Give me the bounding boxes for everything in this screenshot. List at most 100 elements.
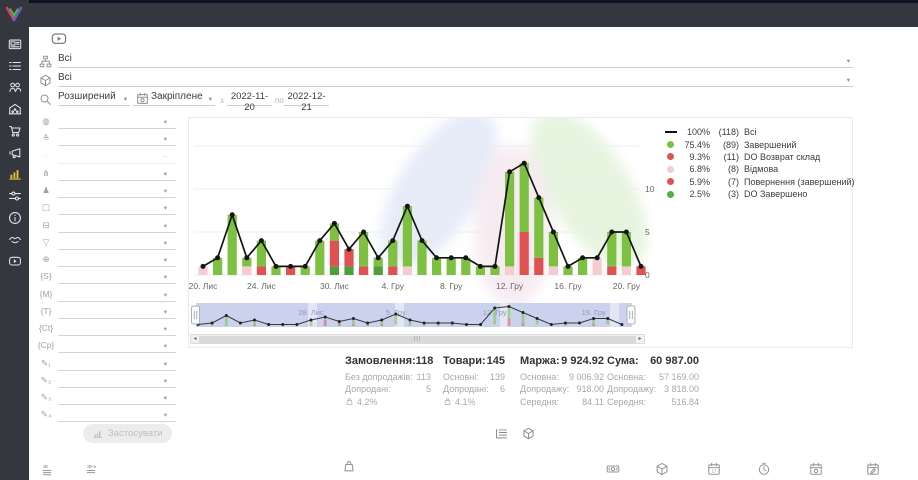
size-s-filter-select[interactable]: ▾ xyxy=(58,270,176,284)
procurement-nav-icon[interactable] xyxy=(8,124,22,138)
stat-sub-label: Основні: xyxy=(443,372,479,382)
stat-sub-value: 139 xyxy=(490,372,505,382)
warehouse-nav-icon[interactable] xyxy=(8,102,22,116)
legend-item-1[interactable]: 75.4%(89)Завершений xyxy=(664,138,855,150)
manager-filter-select[interactable]: ▾ xyxy=(58,184,176,198)
svg-text:12. Гру: 12. Гру xyxy=(496,281,524,291)
dashboard-nav-icon[interactable] xyxy=(8,37,22,51)
custom-field-1-filter-select[interactable]: ▾ xyxy=(58,357,176,371)
product-filter-select[interactable]: Всі ▾ xyxy=(58,72,853,87)
size-cp-filter-select[interactable]: ▾ xyxy=(58,339,176,353)
column-package-icon[interactable] xyxy=(655,462,669,476)
clients-nav-icon[interactable] xyxy=(8,80,22,94)
column-id-o-icon[interactable]: ID-o xyxy=(86,463,100,477)
date-from-input[interactable]: 2022-11-20 xyxy=(227,91,272,106)
legend-item-4[interactable]: 5.9%(7)Повернення (завершений) xyxy=(664,176,855,188)
size-m-filter-select[interactable]: ▾ xyxy=(58,288,176,302)
search-icon xyxy=(39,93,52,106)
settings-nav-icon[interactable] xyxy=(8,189,22,203)
scrollbar-thumb[interactable]: ||| xyxy=(199,336,636,343)
stat-sub-value: 3 818.00 xyxy=(664,384,699,394)
date-to-input[interactable]: 2022-12-21 xyxy=(284,91,329,106)
svg-text:24. Лис: 24. Лис xyxy=(247,281,277,291)
stat-col-1: Товари:145Основні:139Допродані:64.1% xyxy=(443,355,505,407)
column-bag-icon[interactable] xyxy=(342,459,356,473)
stat-sub-value: 516.84 xyxy=(671,397,699,407)
product-type-filter-select[interactable]: ▾ xyxy=(58,201,176,215)
analytics-page: Всі ▾ Всі ▾ Розширений ▾ Закріплене ▾ з … xyxy=(0,0,918,480)
chevron-down-icon: ▾ xyxy=(164,256,167,264)
column-date-edited-icon[interactable] xyxy=(866,462,880,476)
tutorials-nav-icon[interactable] xyxy=(8,254,22,268)
chevron-down-icon: ▾ xyxy=(164,239,167,247)
period-mode-select[interactable]: Закріплене ▾ xyxy=(133,91,215,106)
size-ct-filter-select[interactable]: ▾ xyxy=(58,322,176,336)
legend-label: Завершений xyxy=(744,140,796,150)
date-from-label: з xyxy=(220,96,224,105)
size-t-filter-select[interactable]: ▾ xyxy=(58,305,176,319)
status-extra-filter-select: – xyxy=(58,150,176,164)
chart-navigator[interactable]: 28. Лис5. Гру12. Гру19. Гру xyxy=(190,303,645,333)
chevron-down-icon: ▾ xyxy=(164,308,167,316)
column-id-icon[interactable]: ID xyxy=(42,463,56,477)
chevron-down-icon: ▾ xyxy=(164,204,167,212)
funnel-filter-select[interactable]: ▾ xyxy=(58,236,176,250)
chevron-down-icon: ▾ xyxy=(164,360,167,368)
region-filter-select[interactable]: ▾ xyxy=(58,253,176,267)
scroll-left-icon[interactable]: ◂ xyxy=(191,335,199,343)
legend-item-2[interactable]: 9.3%(11)DO Возврат склад xyxy=(664,151,855,163)
chart-icon xyxy=(93,429,103,439)
stat-sub-label: Без допродажів: xyxy=(345,372,413,382)
chevron-down-icon: ▾ xyxy=(164,394,167,402)
about-nav-icon[interactable] xyxy=(8,211,22,225)
custom-field-4-filter-icon: ✎₄ xyxy=(37,407,55,422)
structure-filter-select[interactable]: ▾ xyxy=(58,167,176,181)
orders-nav-icon[interactable] xyxy=(8,59,22,73)
structure-filter-icon: ⋔ xyxy=(37,166,55,181)
report-rows-icon[interactable] xyxy=(495,427,508,440)
size-ct-filter-icon: {Ct} xyxy=(37,321,55,336)
chevron-down-icon: ▾ xyxy=(124,95,127,103)
globe-network-filter-select[interactable]: ▾ xyxy=(58,115,176,129)
column-time-icon[interactable] xyxy=(757,462,771,476)
legend-item-5[interactable]: 2.5%(3)DO Завершено xyxy=(664,188,855,200)
delivery-layers-filter-select[interactable]: ▾ xyxy=(58,132,176,146)
svg-text:20. Лис: 20. Лис xyxy=(189,281,218,291)
report-products-icon[interactable] xyxy=(522,427,535,440)
orders-chart[interactable]: 051020. Лис24. Лис30. Лис4. Гру8. Гру12.… xyxy=(189,118,659,298)
video-help-button[interactable] xyxy=(48,30,70,47)
status-filter-select[interactable]: Всі ▾ xyxy=(58,53,853,68)
column-date-created-icon[interactable]: 17 xyxy=(707,462,721,476)
custom-field-3-filter-icon: ✎₃ xyxy=(37,390,55,405)
column-payment-icon[interactable] xyxy=(606,462,620,476)
search-mode-select[interactable]: Розширений ▾ xyxy=(58,91,130,106)
chevron-down-icon: ▾ xyxy=(164,273,167,281)
custom-field-4-filter-select[interactable]: ▾ xyxy=(58,408,176,422)
payment-type-filter-select[interactable]: ▾ xyxy=(58,219,176,233)
stat-sub-label: Допродажу: xyxy=(520,384,569,394)
stat-col-2: Маржа:9 924.92Основна:9 006.92Допродажу:… xyxy=(520,355,604,407)
partners-nav-icon[interactable] xyxy=(8,232,22,246)
legend-item-0[interactable]: 100%(118)Всі xyxy=(664,126,855,138)
analytics-nav-icon[interactable] xyxy=(8,167,22,181)
search-mode-value: Розширений xyxy=(58,91,116,102)
custom-field-3-filter-select[interactable]: ▾ xyxy=(58,391,176,405)
legend-item-3[interactable]: 6.8%(8)Відмова xyxy=(664,163,855,175)
legend-percent: 2.5% xyxy=(680,189,710,199)
chart-scrollbar[interactable]: ◂ ||| ▸ xyxy=(190,334,645,344)
stat-title: Замовлення: xyxy=(345,355,416,367)
stat-title: Маржа: xyxy=(520,355,560,367)
scroll-right-icon[interactable]: ▸ xyxy=(636,335,644,343)
column-date-fixed-icon[interactable] xyxy=(809,462,823,476)
svg-text:19. Гру: 19. Гру xyxy=(582,308,606,317)
marketing-nav-icon[interactable] xyxy=(8,146,22,160)
app-logo[interactable] xyxy=(3,3,25,25)
custom-field-2-filter-select[interactable]: ▾ xyxy=(58,374,176,388)
apply-filters-button[interactable]: Застосувати xyxy=(83,424,172,443)
size-t-filter-icon: {T} xyxy=(37,304,55,319)
chevron-down-icon: ▾ xyxy=(164,135,167,143)
legend-count: (89) xyxy=(710,140,739,150)
date-to-label: по xyxy=(275,96,284,105)
apply-filters-label: Застосувати xyxy=(108,428,162,439)
chevron-down-icon: ▾ xyxy=(209,95,212,103)
